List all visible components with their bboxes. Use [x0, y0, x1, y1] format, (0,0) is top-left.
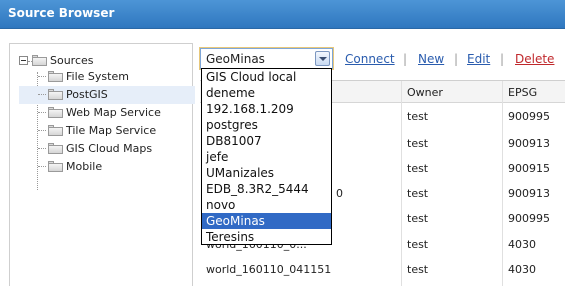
tree-item-tile-map-service[interactable]: Tile Map Service	[19, 122, 195, 140]
new-link[interactable]: New	[418, 52, 444, 66]
dropdown-option[interactable]: deneme	[202, 85, 331, 101]
cell-owner: test	[407, 212, 429, 225]
edit-link[interactable]: Edit	[467, 52, 490, 66]
cell-owner: test	[407, 238, 429, 251]
cell-epsg: 900913	[508, 137, 550, 150]
dropdown-option[interactable]: EDB_8.3R2_5444	[202, 181, 331, 197]
cell-epsg: 900995	[508, 110, 550, 123]
connection-dropdown-list: GIS Cloud local deneme 192.168.1.209 pos…	[201, 68, 332, 245]
folder-icon	[48, 161, 63, 172]
dropdown-option[interactable]: DB81007	[202, 133, 331, 149]
tree-item-label: GIS Cloud Maps	[66, 142, 153, 155]
collapse-toggle-icon[interactable]	[19, 56, 28, 65]
tree-item-postgis[interactable]: PostGIS	[19, 86, 195, 104]
cell-name: 0	[336, 187, 343, 200]
sources-tree: Sources File System PostGIS Web Map Serv…	[9, 43, 195, 286]
tree-item-label: Mobile	[66, 160, 103, 173]
tree-item-gis-cloud-maps[interactable]: GIS Cloud Maps	[19, 140, 195, 158]
cell-owner: test	[407, 263, 429, 276]
folder-icon	[48, 107, 63, 118]
dropdown-option-selected[interactable]: GeoMinas	[202, 213, 331, 229]
tree-root-label: Sources	[50, 54, 94, 67]
dropdown-option[interactable]: jefe	[202, 149, 331, 165]
tree-item-label: File System	[66, 70, 129, 83]
tree-item-web-map-service[interactable]: Web Map Service	[19, 104, 195, 122]
dropdown-option[interactable]: 192.168.1.209	[202, 101, 331, 117]
dropdown-option[interactable]: postgres	[202, 117, 331, 133]
title-bar: Source Browser	[0, 0, 565, 29]
folder-icon	[48, 71, 63, 82]
cell-epsg: 900913	[508, 187, 550, 200]
tree-item-mobile[interactable]: Mobile	[19, 158, 195, 176]
separator: |	[500, 52, 505, 66]
connect-link[interactable]: Connect	[345, 52, 395, 66]
column-header-epsg[interactable]: EPSG	[502, 81, 565, 103]
cell-epsg: 900995	[508, 212, 550, 225]
dropdown-option[interactable]: novo	[202, 197, 331, 213]
column-header-owner[interactable]: Owner	[401, 81, 502, 103]
window-title: Source Browser	[8, 6, 115, 20]
dropdown-option[interactable]: Teresins	[202, 229, 331, 245]
folder-icon	[48, 143, 63, 154]
cell-owner: test	[407, 137, 429, 150]
separator: |	[454, 52, 459, 66]
cell-epsg: 4030	[508, 263, 536, 276]
chevron-down-icon[interactable]	[315, 51, 330, 66]
folder-open-icon	[32, 55, 47, 66]
cell-owner: test	[407, 110, 429, 123]
dropdown-option[interactable]: GIS Cloud local	[202, 69, 331, 85]
folder-icon	[48, 89, 63, 100]
cell-name: world_160110_041151	[206, 263, 332, 276]
tree-item-file-system[interactable]: File System	[19, 68, 195, 86]
separator: |	[403, 52, 408, 66]
connection-select-value: GeoMinas	[206, 52, 265, 66]
cell-owner: test	[407, 162, 429, 175]
tree-item-label: Web Map Service	[66, 106, 161, 119]
folder-icon	[48, 125, 63, 136]
cell-epsg: 4030	[508, 238, 536, 251]
connection-select[interactable]: GeoMinas	[199, 47, 334, 70]
cell-epsg: 900915	[508, 162, 550, 175]
tree-item-label: PostGIS	[66, 88, 108, 101]
cell-owner: test	[407, 187, 429, 200]
dropdown-option[interactable]: UManizales	[202, 165, 331, 181]
tree-item-label: Tile Map Service	[66, 124, 157, 137]
delete-link[interactable]: Delete	[515, 52, 554, 66]
